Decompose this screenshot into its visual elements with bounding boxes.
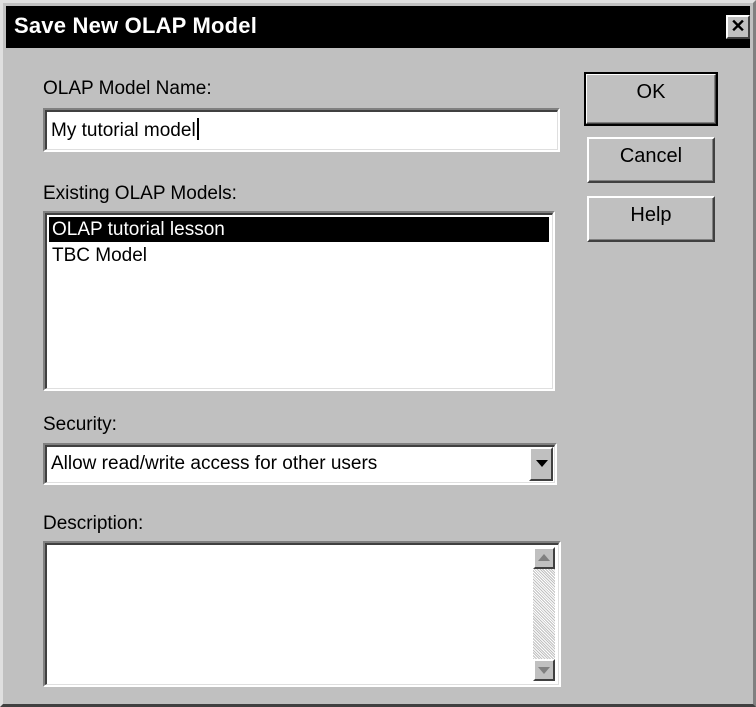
scroll-up-button[interactable]	[533, 547, 555, 569]
chevron-down-icon	[536, 460, 548, 467]
description-label: Description:	[43, 513, 144, 534]
text-caret	[196, 118, 199, 140]
security-label: Security:	[43, 414, 117, 435]
ok-button[interactable]: OK	[584, 72, 718, 126]
close-button[interactable]: ✕	[726, 15, 750, 39]
security-value: Allow read/write access for other users	[51, 453, 378, 474]
help-label: Help	[630, 204, 672, 226]
existing-models-list[interactable]: OLAP tutorial lesson TBC Model	[43, 211, 555, 391]
scroll-track[interactable]	[533, 569, 555, 659]
close-icon: ✕	[730, 16, 746, 36]
save-olap-model-dialog: Save New OLAP Model ✕ OLAP Model Name: M…	[0, 0, 756, 707]
cancel-label: Cancel	[619, 145, 683, 167]
description-scrollbar[interactable]	[533, 547, 555, 681]
list-item[interactable]: OLAP tutorial lesson	[49, 217, 549, 242]
title-bar[interactable]: Save New OLAP Model ✕	[6, 6, 750, 48]
description-textarea[interactable]	[43, 541, 561, 687]
model-name-value: My tutorial model	[51, 120, 196, 141]
cancel-button[interactable]: Cancel	[587, 137, 715, 183]
model-name-input[interactable]: My tutorial model	[43, 108, 560, 152]
arrow-down-icon	[538, 667, 550, 674]
existing-models-label: Existing OLAP Models:	[43, 183, 237, 204]
security-select[interactable]: Allow read/write access for other users	[43, 443, 557, 485]
ok-label: OK	[636, 81, 666, 103]
arrow-up-icon	[538, 554, 550, 561]
list-item[interactable]: TBC Model	[49, 243, 549, 268]
help-button[interactable]: Help	[587, 196, 715, 242]
security-dropdown-button[interactable]	[529, 447, 553, 481]
model-name-label: OLAP Model Name:	[43, 78, 212, 99]
scroll-down-button[interactable]	[533, 659, 555, 681]
window-title: Save New OLAP Model	[14, 13, 258, 38]
